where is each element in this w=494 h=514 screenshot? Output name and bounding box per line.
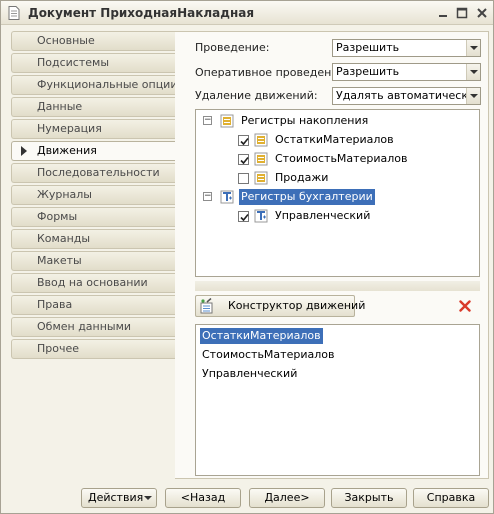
delete-movements-value: Удалять автоматически при xyxy=(336,89,480,102)
tab-label: Подсистемы xyxy=(37,56,110,69)
tab-data-exchange[interactable]: Обмен данными xyxy=(11,317,175,337)
close-button[interactable]: Закрыть xyxy=(331,488,407,508)
tab-label: Функциональные опции xyxy=(37,78,178,91)
tab-label: Последовательности xyxy=(37,166,160,179)
document-icon xyxy=(8,6,20,20)
tab-label: Основные xyxy=(37,34,95,47)
posting-select[interactable]: Разрешить xyxy=(332,39,481,57)
tree-item-sales[interactable]: Продажи xyxy=(196,170,479,186)
tab-label: Ввод на основании xyxy=(37,276,148,289)
checkmark-icon xyxy=(240,213,249,222)
management-checkbox[interactable] xyxy=(238,211,249,222)
tab-label: Права xyxy=(37,298,73,311)
title-bar[interactable]: Документ ПриходнаяНакладная xyxy=(1,1,493,25)
list-item[interactable]: СтоимостьМатериалов xyxy=(200,347,336,363)
tab-label: Макеты xyxy=(37,254,82,267)
chevron-down-icon[interactable] xyxy=(466,64,480,80)
minimize-icon[interactable] xyxy=(436,6,450,20)
list-item[interactable]: Управленческий xyxy=(200,366,299,382)
maximize-icon[interactable] xyxy=(455,6,469,20)
actions-button[interactable]: Действия xyxy=(81,488,157,508)
actions-button-label: Действия xyxy=(88,491,144,504)
constructor-wand-icon xyxy=(200,298,213,314)
tab-label: Журналы xyxy=(37,188,92,201)
tree-item-management[interactable]: Управленческий xyxy=(196,208,479,224)
tab-label: Нумерация xyxy=(37,122,102,135)
active-tab-arrow-icon xyxy=(21,146,27,156)
tree-item-label: СтоимостьМатериалов xyxy=(275,152,408,165)
tab-data[interactable]: Данные xyxy=(11,97,175,117)
tab-main[interactable]: Основные xyxy=(11,31,175,51)
tab-sequences[interactable]: Последовательности xyxy=(11,163,175,183)
registers-tree: − Регистры накопления ОстаткиМатериалов … xyxy=(195,109,480,277)
tab-forms[interactable]: Формы xyxy=(11,207,175,227)
tab-label: Прочее xyxy=(37,342,80,355)
movement-constructor-button[interactable]: Конструктор движений xyxy=(195,295,365,317)
splitter-bar[interactable] xyxy=(195,281,480,291)
accumulation-register-icon xyxy=(254,171,268,185)
tab-functional-options[interactable]: Функциональные опции xyxy=(11,75,178,95)
tree-item-cost-materials[interactable]: СтоимостьМатериалов xyxy=(196,151,479,167)
collapse-icon[interactable]: − xyxy=(203,192,212,201)
back-button[interactable]: <Назад xyxy=(165,488,241,508)
chevron-down-icon[interactable] xyxy=(466,40,480,56)
realtime-posting-label: Оперативное проведение: xyxy=(195,66,349,79)
delete-movements-select[interactable]: Удалять автоматически при xyxy=(332,87,481,105)
accounting-register-icon xyxy=(220,190,234,204)
movements-panel: Проведение: Разрешить Оперативное провед… xyxy=(175,31,489,479)
delete-movements-label: Удаление движений: xyxy=(195,89,318,102)
accumulation-register-icon xyxy=(220,114,234,128)
checkmark-icon xyxy=(240,156,249,165)
accumulation-register-icon xyxy=(254,152,268,166)
tree-item-label: Продажи xyxy=(275,171,329,184)
accumulation-register-icon xyxy=(254,133,268,147)
constructor-button-label: Конструктор движений xyxy=(228,299,366,312)
tab-other[interactable]: Прочее xyxy=(11,339,175,359)
window-title: Документ ПриходнаяНакладная xyxy=(28,6,255,20)
delete-icon[interactable] xyxy=(459,300,471,312)
tree-item-label: ОстаткиМатериалов xyxy=(275,133,394,146)
posting-label: Проведение: xyxy=(195,41,270,54)
tree-group-label: Регистры бухгалтерии xyxy=(239,189,375,205)
realtime-posting-select[interactable]: Разрешить xyxy=(332,63,481,81)
tab-subsystems[interactable]: Подсистемы xyxy=(11,53,175,73)
tab-templates[interactable]: Макеты xyxy=(11,251,175,271)
posting-value: Разрешить xyxy=(336,41,400,54)
accounting-register-icon xyxy=(254,209,268,223)
document-window: Документ ПриходнаяНакладная Основные Под… xyxy=(0,0,494,514)
tab-label: Команды xyxy=(37,232,91,245)
chevron-down-icon xyxy=(144,496,152,500)
tab-movements[interactable]: Движения xyxy=(11,141,175,161)
tab-label: Движения xyxy=(37,144,97,157)
tab-label: Формы xyxy=(37,210,78,223)
sales-checkbox[interactable] xyxy=(238,173,249,184)
tab-rights[interactable]: Права xyxy=(11,295,175,315)
cost-materials-checkbox[interactable] xyxy=(238,154,249,165)
tree-group-accumulation[interactable]: − Регистры накопления xyxy=(196,113,479,129)
tree-item-stock-materials[interactable]: ОстаткиМатериалов xyxy=(196,132,479,148)
close-icon[interactable] xyxy=(475,6,489,20)
checkmark-icon xyxy=(240,137,249,146)
collapse-icon[interactable]: − xyxy=(203,116,212,125)
tree-group-label: Регистры накопления xyxy=(241,114,369,127)
help-button[interactable]: Справка xyxy=(413,488,489,508)
tab-label: Обмен данными xyxy=(37,320,132,333)
next-button[interactable]: Далее> xyxy=(249,488,325,508)
tree-item-label: Управленческий xyxy=(275,209,371,222)
tab-journals[interactable]: Журналы xyxy=(11,185,175,205)
tab-commands[interactable]: Команды xyxy=(11,229,175,249)
stock-materials-checkbox[interactable] xyxy=(238,135,249,146)
list-item[interactable]: ОстаткиМатериалов xyxy=(200,328,323,344)
settings-tabs: Основные Подсистемы Функциональные опции… xyxy=(11,31,178,361)
tree-group-accounting[interactable]: − Регистры бухгалтерии xyxy=(196,189,479,205)
tab-numbering[interactable]: Нумерация xyxy=(11,119,175,139)
movements-list: ОстаткиМатериалов СтоимостьМатериалов Уп… xyxy=(195,324,480,476)
realtime-posting-value: Разрешить xyxy=(336,65,400,78)
tab-input-on-basis[interactable]: Ввод на основании xyxy=(11,273,175,293)
tab-label: Данные xyxy=(37,100,83,113)
chevron-down-icon[interactable] xyxy=(466,88,480,104)
